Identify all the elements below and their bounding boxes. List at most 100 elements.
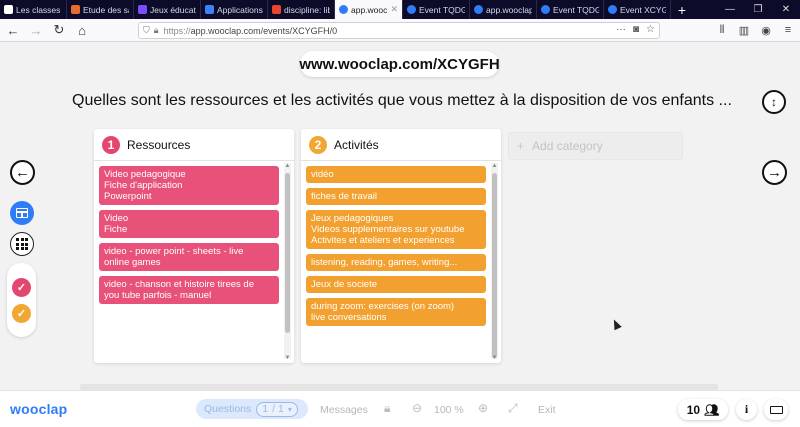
url-text: app.wooclap.com/events/XCYGFH/0 bbox=[190, 25, 338, 36]
participants-count: 10 bbox=[686, 402, 701, 417]
url-scheme: https:// bbox=[163, 25, 191, 36]
scroll-down-icon[interactable]: ▼ bbox=[284, 355, 291, 361]
column-header: 2 Activités bbox=[301, 129, 501, 161]
arrow-right-icon: → bbox=[767, 164, 782, 181]
zoom-out-icon[interactable]: ⊖ bbox=[412, 401, 422, 415]
messages-tab[interactable]: Messages bbox=[320, 404, 368, 416]
add-category-placeholder: Add category bbox=[532, 139, 603, 153]
tab-favicon-icon bbox=[138, 5, 147, 14]
minimize-icon[interactable]: — bbox=[716, 0, 744, 19]
fullscreen-icon[interactable]: ⤢ bbox=[508, 401, 518, 416]
forward-arrow-icon[interactable]: → bbox=[26, 20, 46, 40]
column-header: 1 Ressources bbox=[94, 129, 294, 161]
answer-card[interactable]: video - power point - sheets - live onli… bbox=[99, 243, 279, 271]
home-icon[interactable]: ⌂ bbox=[72, 20, 92, 40]
presenter-toolbar: wooclap Questions 1 / 1 ▾ Messages 🔒︎ ⊖ … bbox=[0, 390, 800, 427]
tab-favicon-icon bbox=[4, 5, 13, 14]
browser-tab-active[interactable]: app.wooclap✕ bbox=[335, 0, 403, 19]
browser-tab[interactable]: Etude des sa bbox=[67, 0, 134, 19]
close-tab-icon[interactable]: ✕ bbox=[390, 4, 398, 15]
correct-answer-panel: ✓ ✓ bbox=[7, 263, 36, 337]
answer-card[interactable]: Video Fiche bbox=[99, 210, 279, 238]
shield-icon[interactable]: ⛉ bbox=[143, 25, 150, 36]
wooclap-favicon-icon bbox=[474, 5, 483, 14]
keyboard-shortcuts-button[interactable] bbox=[764, 399, 788, 420]
column-scrollbar[interactable]: ▲ ▼ bbox=[284, 163, 291, 361]
browser-tab[interactable]: Applications bbox=[201, 0, 268, 19]
zoom-in-icon[interactable]: ⊕ bbox=[478, 401, 488, 415]
sidebar-icon[interactable]: ▥ bbox=[736, 20, 752, 40]
layout-view-button[interactable] bbox=[10, 201, 34, 225]
question-page-selector[interactable]: 1 / 1 ▾ bbox=[256, 401, 298, 417]
window-controls: — ❐ ✕ bbox=[716, 0, 800, 19]
library-icon[interactable]: ⫴ bbox=[714, 20, 730, 40]
back-arrow-icon[interactable]: ← bbox=[3, 20, 23, 40]
wooclap-favicon-icon bbox=[339, 5, 348, 14]
answer-card[interactable]: listening, reading, games, writing... bbox=[306, 254, 486, 271]
tab-favicon-icon bbox=[205, 5, 214, 14]
browser-tab-bar: Les classes inverse Etude des sa Jeux éd… bbox=[0, 0, 800, 19]
scroll-up-icon[interactable]: ▲ bbox=[491, 163, 498, 169]
arrow-left-icon: ← bbox=[15, 164, 30, 181]
bookmark-star-icon[interactable]: ☆ bbox=[646, 24, 655, 35]
answer-card[interactable]: during zoom: exercises (on zoom) live co… bbox=[306, 298, 486, 326]
answer-card[interactable]: Video pedagogique Fiche d'application Po… bbox=[99, 166, 279, 205]
expand-question-button[interactable]: ↕ bbox=[762, 90, 786, 114]
chevron-down-icon: ▾ bbox=[287, 404, 292, 414]
lock-icon[interactable]: 🔒︎ bbox=[384, 401, 390, 416]
users-icon: 👥︎ bbox=[704, 402, 720, 417]
pocket-icon[interactable]: ◙ bbox=[633, 24, 639, 35]
answer-card[interactable]: Jeux de societe bbox=[306, 276, 486, 293]
menu-hamburger-icon[interactable]: ≡ bbox=[780, 20, 796, 40]
url-bar[interactable]: ⛉ 🔒︎ https:// app.wooclap.com/events/XCY… bbox=[138, 22, 660, 39]
browser-tab[interactable]: Les classes inverse bbox=[0, 0, 67, 19]
category-title: Activités bbox=[334, 137, 379, 152]
browser-tab[interactable]: Event TQDG bbox=[537, 0, 604, 19]
questions-tab[interactable]: Questions 1 / 1 ▾ bbox=[196, 399, 308, 419]
new-tab-button[interactable]: + bbox=[671, 0, 693, 19]
grid-view-button[interactable] bbox=[10, 232, 34, 256]
exit-button[interactable]: Exit bbox=[538, 404, 556, 416]
info-button[interactable]: i bbox=[736, 399, 757, 420]
browser-tab[interactable]: Event TQDG bbox=[403, 0, 470, 19]
keyboard-icon bbox=[769, 405, 783, 414]
wooclap-favicon-icon bbox=[541, 5, 550, 14]
category-column-ressources: 1 Ressources Video pedagogique Fiche d'a… bbox=[94, 129, 294, 363]
scroll-down-icon[interactable]: ▼ bbox=[491, 355, 498, 361]
category-number: 1 bbox=[102, 135, 120, 154]
answer-card[interactable]: video - chanson et histoire tirees de yo… bbox=[99, 276, 279, 304]
column-scrollbar[interactable]: ▲ ▼ bbox=[491, 163, 498, 361]
account-icon[interactable]: ◉ bbox=[758, 20, 774, 40]
scrollbar-thumb[interactable] bbox=[285, 173, 290, 333]
page-total: / 1 bbox=[272, 403, 284, 415]
plus-icon: + bbox=[517, 139, 525, 153]
browser-tab[interactable]: Jeux éducatif bbox=[134, 0, 201, 19]
check-orange-icon[interactable]: ✓ bbox=[12, 304, 31, 323]
answer-card[interactable]: vidéo bbox=[306, 166, 486, 183]
reload-icon[interactable]: ↻ bbox=[49, 20, 69, 40]
scroll-up-icon[interactable]: ▲ bbox=[284, 163, 291, 169]
category-column-activites: 2 Activités vidéo fiches de travail Jeux… bbox=[301, 129, 501, 363]
up-down-arrow-icon: ↕ bbox=[771, 95, 777, 109]
close-window-icon[interactable]: ✕ bbox=[772, 0, 800, 19]
check-red-icon[interactable]: ✓ bbox=[12, 278, 31, 297]
participants-count-button[interactable]: 10 👥︎ bbox=[678, 399, 728, 420]
layout-icon bbox=[16, 208, 28, 218]
lock-icon[interactable]: 🔒︎ bbox=[154, 25, 159, 36]
more-dots-icon[interactable]: ··· bbox=[616, 24, 626, 35]
browser-tab[interactable]: app.wooclap bbox=[470, 0, 537, 19]
previous-question-button[interactable]: ← bbox=[10, 160, 35, 185]
maximize-icon[interactable]: ❐ bbox=[744, 0, 772, 19]
answer-card[interactable]: fiches de travail bbox=[306, 188, 486, 205]
add-category-input[interactable]: + Add category bbox=[508, 132, 683, 160]
question-title: Quelles sont les ressources et les activ… bbox=[72, 92, 732, 109]
next-question-button[interactable]: → bbox=[762, 160, 787, 185]
page-current: 1 bbox=[262, 403, 269, 415]
presentation-area: www.wooclap.com/XCYGFH Quelles sont les … bbox=[0, 42, 800, 390]
tab-favicon-icon bbox=[272, 5, 281, 14]
browser-tab[interactable]: Event XCYGF bbox=[604, 0, 671, 19]
answer-card[interactable]: Jeux pedagogiques Videos supplementaires… bbox=[306, 210, 486, 249]
browser-tab[interactable]: discipline: lib bbox=[268, 0, 335, 19]
scrollbar-thumb[interactable] bbox=[492, 173, 497, 358]
wooclap-favicon-icon bbox=[608, 5, 617, 14]
